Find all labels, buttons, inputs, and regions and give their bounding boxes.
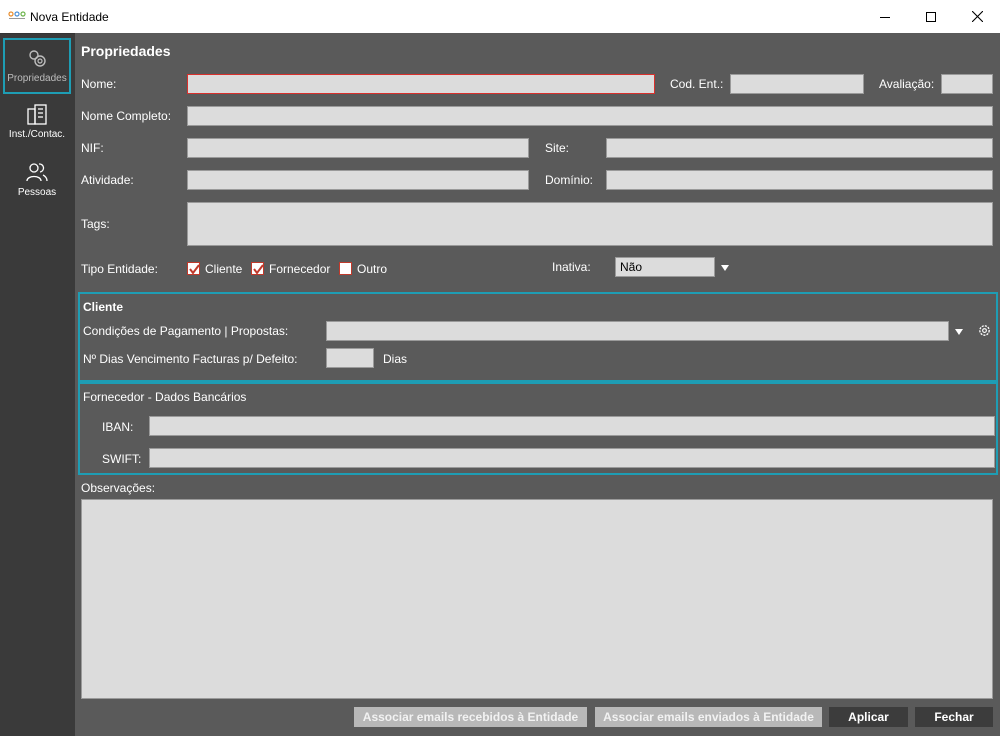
minimize-button[interactable] (862, 0, 908, 33)
atividade-input[interactable] (187, 170, 529, 190)
associar-emails-enviados-button[interactable]: Associar emails enviados à Entidade (595, 707, 822, 727)
chevron-down-icon[interactable] (954, 327, 964, 337)
cliente-section-title: Cliente (83, 300, 124, 314)
nif-input[interactable] (187, 138, 529, 158)
title-bar: Nova Entidade (0, 0, 1000, 33)
atividade-label: Atividade: (81, 173, 134, 187)
nif-label: NIF: (81, 141, 104, 155)
cliente-checkbox[interactable] (187, 262, 200, 275)
app-logo-icon (8, 11, 26, 19)
fechar-button[interactable]: Fechar (915, 707, 993, 727)
condicoes-pagamento-select[interactable] (326, 321, 949, 341)
avaliacao-input[interactable] (941, 74, 993, 94)
people-icon (26, 163, 48, 182)
dias-unit-label: Dias (383, 352, 408, 366)
site-label: Site: (545, 141, 570, 155)
close-button[interactable] (954, 0, 1000, 33)
observacoes-label: Observações: (81, 481, 156, 495)
tags-input[interactable] (187, 202, 993, 246)
tags-label: Tags: (81, 217, 110, 231)
fornecedor-checkbox[interactable] (251, 262, 264, 275)
gears-icon (29, 50, 46, 67)
sidebar: Propriedades Inst./Contac. Pessoas (0, 33, 75, 736)
cliente-checkbox-label[interactable]: Cliente (205, 262, 242, 276)
inativa-label: Inativa: (552, 260, 591, 274)
aplicar-button[interactable]: Aplicar (829, 707, 908, 727)
iban-input[interactable] (149, 416, 995, 436)
inativa-select[interactable]: Não (615, 257, 715, 277)
sidebar-item-inst-contac[interactable]: Inst./Contac. (3, 96, 71, 152)
outro-checkbox[interactable] (339, 262, 352, 275)
building-icon (27, 104, 47, 125)
gear-icon[interactable] (977, 323, 992, 338)
window-title: Nova Entidade (30, 10, 109, 24)
sidebar-item-pessoas[interactable]: Pessoas (3, 154, 71, 210)
check-icon (253, 264, 264, 275)
inativa-value: Não (620, 260, 643, 274)
minimize-icon (880, 16, 890, 18)
iban-label: IBAN: (102, 420, 134, 434)
sidebar-item-propriedades[interactable]: Propriedades (3, 38, 71, 94)
sidebar-item-label: Inst./Contac. (8, 129, 66, 140)
properties-panel: Propriedades Nome: Cod. Ent.: Avaliação:… (75, 33, 1000, 736)
observacoes-textarea[interactable] (81, 499, 993, 699)
dominio-input[interactable] (606, 170, 993, 190)
chevron-down-icon[interactable] (720, 263, 730, 273)
maximize-button[interactable] (908, 0, 954, 33)
cod-ent-label: Cod. Ent.: (670, 77, 724, 91)
outro-checkbox-label[interactable]: Outro (357, 262, 387, 276)
swift-label: SWIFT: (102, 452, 142, 466)
site-input[interactable] (606, 138, 993, 158)
cod-ent-input[interactable] (730, 74, 864, 94)
page-title: Propriedades (81, 43, 171, 59)
nome-completo-input[interactable] (187, 106, 993, 126)
cliente-section: Cliente Condições de Pagamento | Propost… (78, 292, 998, 382)
fornecedor-section-title: Fornecedor - Dados Bancários (83, 390, 247, 404)
nome-label: Nome: (81, 77, 117, 91)
maximize-icon (926, 11, 936, 22)
fornecedor-section: Fornecedor - Dados Bancários IBAN: SWIFT… (78, 382, 998, 475)
nome-input[interactable] (187, 74, 655, 94)
dominio-label: Domínio: (545, 173, 594, 187)
swift-input[interactable] (149, 448, 995, 468)
condicoes-pagamento-label: Condições de Pagamento | Propostas: (83, 324, 289, 338)
associar-emails-recebidos-button[interactable]: Associar emails recebidos à Entidade (354, 707, 587, 727)
avaliacao-label: Avaliação: (879, 77, 935, 91)
fornecedor-checkbox-label[interactable]: Fornecedor (269, 262, 330, 276)
close-icon (971, 11, 983, 22)
dias-vencimento-label: Nº Dias Vencimento Facturas p/ Defeito: (83, 352, 298, 366)
check-icon (189, 264, 200, 275)
dias-vencimento-input[interactable] (326, 348, 374, 368)
sidebar-item-label: Pessoas (17, 187, 57, 198)
sidebar-item-label: Propriedades (7, 73, 67, 84)
nome-completo-label: Nome Completo: (81, 109, 172, 123)
tipo-entidade-label: Tipo Entidade: (81, 262, 158, 276)
